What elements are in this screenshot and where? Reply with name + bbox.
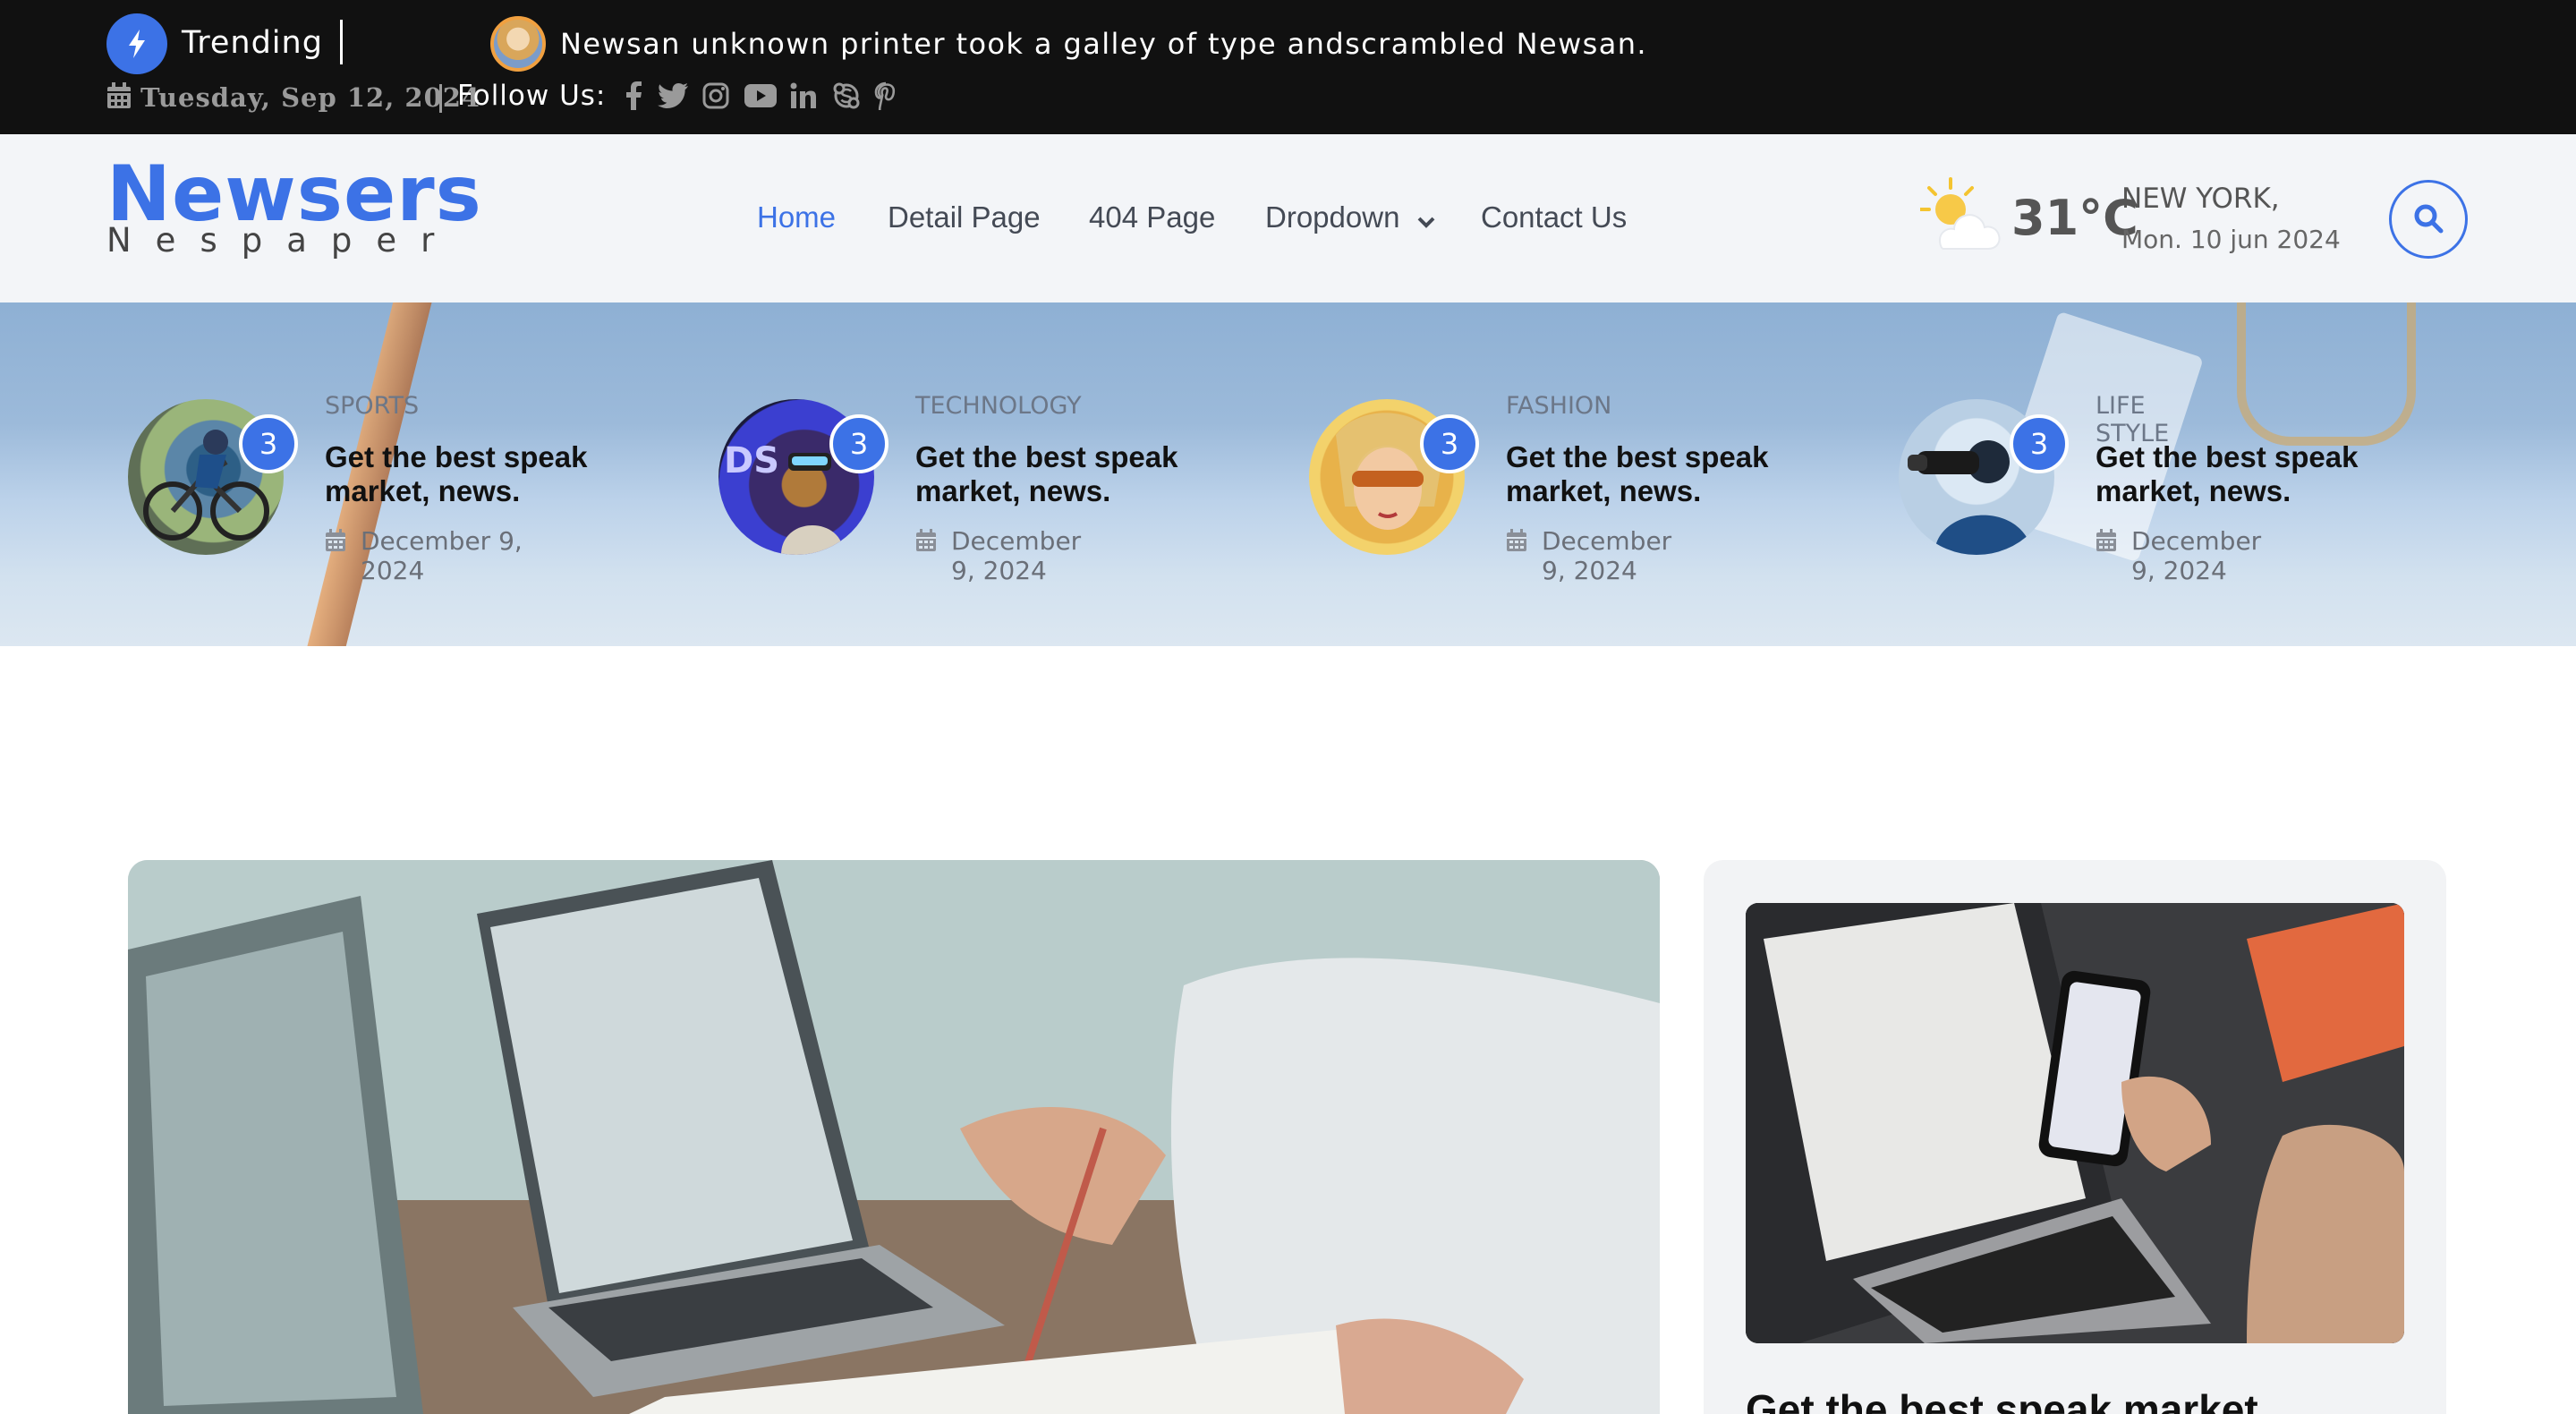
story-card[interactable]: 3 LIFE STYLE Get the best speak market, …: [0, 302, 2358, 646]
partly-cloudy-icon: [1918, 177, 2001, 262]
calendar-icon: [106, 82, 132, 114]
banner-background-clip: [2237, 302, 2416, 446]
top-stories-banner: 3 SPORTS Get the best speak market, news…: [0, 302, 2576, 646]
chevron-down-icon: [1417, 202, 1435, 236]
story-date: December 9, 2024: [951, 526, 1082, 585]
date-separator: [439, 84, 442, 113]
featured-article-image[interactable]: [128, 860, 1660, 1414]
bolt-icon: [106, 13, 167, 74]
story-date: December 9, 2024: [1542, 526, 1672, 585]
twitter-icon[interactable]: [655, 80, 691, 112]
weather-date: Mon. 10 jun 2024: [2121, 225, 2341, 254]
follow-us-label: Follow Us:: [457, 80, 607, 112]
trending-divider: [340, 20, 343, 64]
nav-404-page[interactable]: 404 Page: [1089, 200, 1215, 234]
story-badge: 3: [2010, 414, 2069, 473]
pinterest-icon[interactable]: [868, 80, 904, 112]
nav-dropdown[interactable]: Dropdown: [1265, 200, 1435, 236]
facebook-icon[interactable]: [616, 80, 651, 112]
calendar-icon: [1506, 529, 1527, 557]
instagram-icon[interactable]: [698, 80, 734, 112]
nav-dropdown-label: Dropdown: [1265, 200, 1400, 234]
story-badge: 3: [829, 414, 888, 473]
skype-icon[interactable]: [829, 80, 864, 112]
story-title[interactable]: Get the best speak market, news.: [1506, 440, 1801, 508]
story-category[interactable]: TECHNOLOGY: [915, 392, 1082, 420]
svg-text:DS: DS: [724, 440, 779, 481]
calendar-icon: [2096, 529, 2117, 557]
side-article-image[interactable]: [1746, 903, 2404, 1343]
search-icon: [2413, 203, 2444, 236]
trending-headline-link[interactable]: Newsan unknown printer took a galley of …: [560, 27, 1647, 61]
site-logo-tagline: Nespaper: [106, 221, 459, 260]
weather-city: NEW YORK,: [2121, 183, 2280, 215]
weather-temperature: 31°C: [2011, 190, 2138, 246]
current-date: Tuesday, Sep 12, 2024: [140, 82, 481, 113]
side-article-title[interactable]: Get the best speak market: [1746, 1385, 2258, 1414]
calendar-icon: [915, 529, 937, 557]
headline-avatar: [490, 16, 546, 72]
story-date: December 9, 2024: [2131, 526, 2262, 585]
search-button[interactable]: [2389, 180, 2468, 259]
linkedin-icon[interactable]: [786, 80, 821, 112]
nav-contact-us[interactable]: Contact Us: [1481, 200, 1627, 234]
youtube-icon[interactable]: [743, 80, 778, 112]
story-badge: 3: [1420, 414, 1479, 473]
story-title[interactable]: Get the best speak market, news.: [2096, 440, 2391, 508]
story-title[interactable]: Get the best speak market, news.: [915, 440, 1211, 508]
trending-label: Trending: [182, 25, 323, 61]
top-bar: Trending Newsan unknown printer took a g…: [0, 0, 2576, 134]
nav-detail-page[interactable]: Detail Page: [888, 200, 1041, 234]
nav-home[interactable]: Home: [757, 200, 836, 234]
story-category[interactable]: FASHION: [1506, 392, 1611, 420]
story-category[interactable]: LIFE STYLE: [2096, 392, 2169, 447]
